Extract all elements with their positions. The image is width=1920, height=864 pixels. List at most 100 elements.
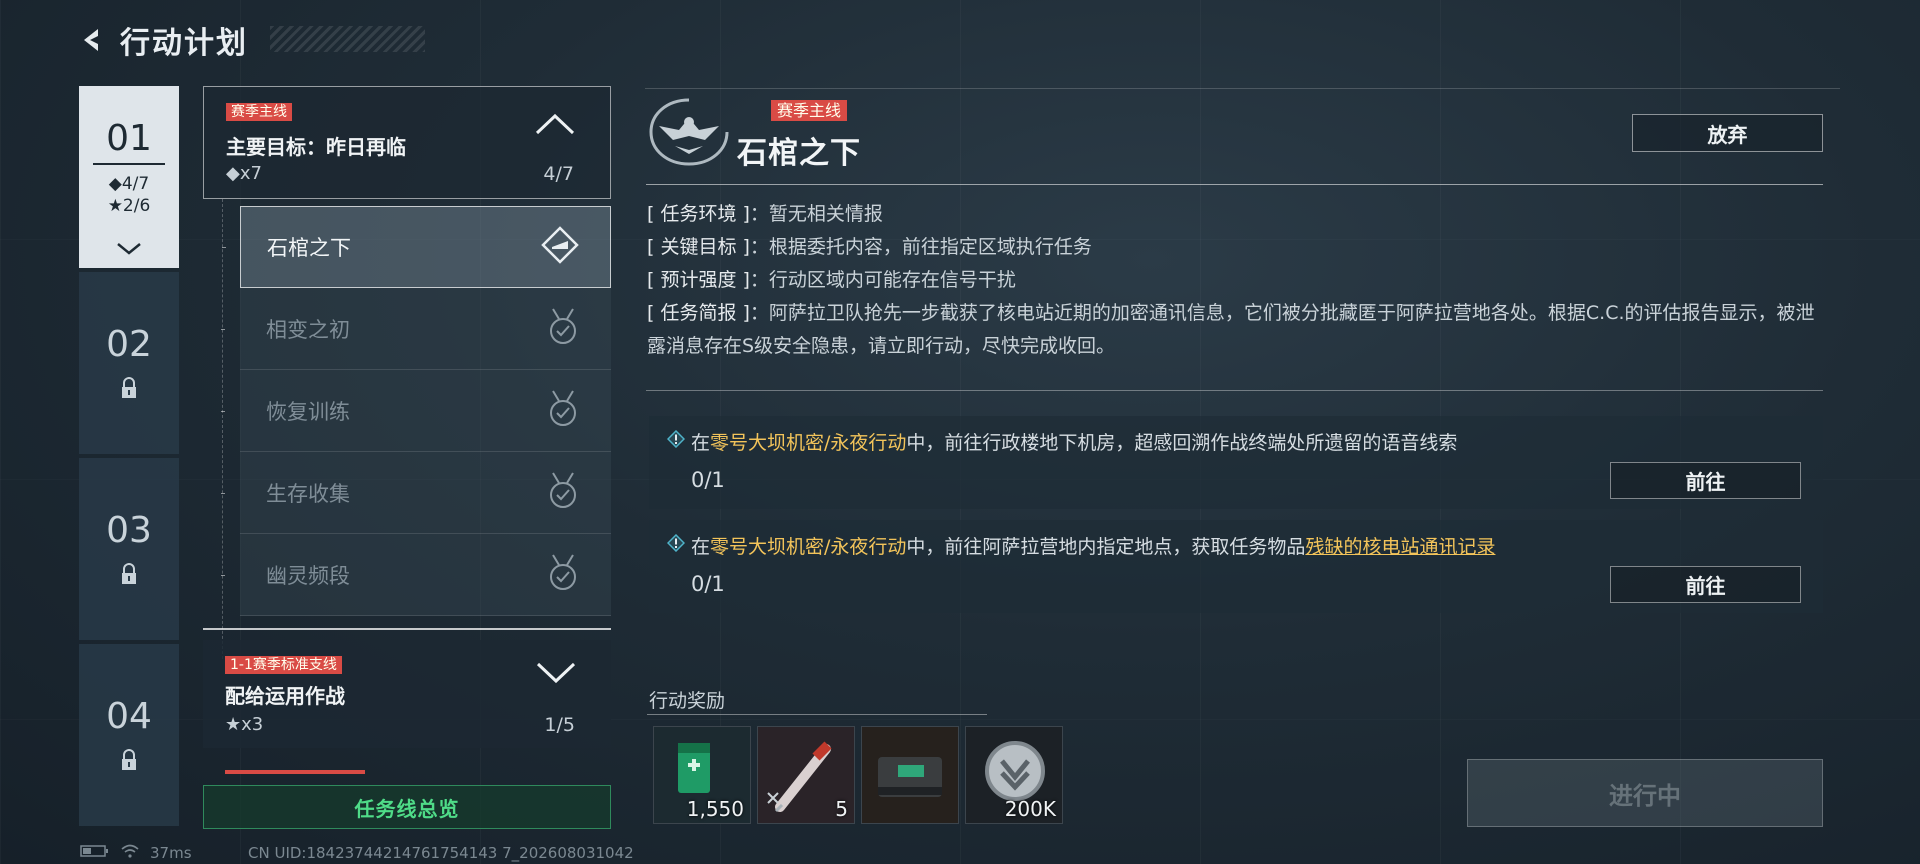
reward-list: 1,550 5 200K (653, 726, 1063, 824)
chapter-number: 03 (106, 509, 152, 551)
task-description: 在零号大坝机密/永夜行动中，前往阿萨拉营地内指定地点，获取任务物品残缺的核电站通… (691, 532, 1495, 559)
user-uid: CN UID:18423744214761754143 7_2026080310… (248, 844, 634, 862)
mission-tag: 赛季主线 (226, 103, 292, 121)
chapter-number: 01 (93, 118, 165, 165)
chapter-tab-03[interactable]: 03 (79, 458, 179, 640)
main-mission-card[interactable]: 赛季主线 主要目标：昨日再临 ◆x7 4/7 (203, 86, 611, 199)
info-row: [ 关键目标 ]：根据委托内容，前往指定区域执行任务 (647, 231, 1822, 264)
mission-title: 主要目标：昨日再临 (226, 135, 406, 159)
chapter-star-progress: ★2/6 (107, 195, 151, 216)
completed-medal-icon (545, 471, 581, 515)
chapter-tab-02[interactable]: 02 (79, 272, 179, 454)
sub-mission-item[interactable]: 恢复训练 (221, 370, 611, 452)
wifi-icon (120, 844, 140, 862)
chapter-tab-04[interactable]: 04 (79, 644, 179, 826)
status-bar: 37ms (80, 844, 192, 862)
abandon-button[interactable]: 放弃 (1632, 114, 1823, 152)
sub-mission-label: 幽灵频段 (266, 563, 350, 588)
info-key: [ 任务环境 ] (647, 203, 750, 225)
sub-mission-list: 石棺之下 相变之初 恢复训练 生存收集 幽灵频段 (221, 206, 611, 616)
eagle-emblem-icon (645, 96, 733, 168)
chapter-stats: ◆4/7 ★2/6 (108, 173, 151, 217)
mission-title: 配给运用作战 (225, 684, 345, 708)
completed-medal-icon (545, 389, 581, 433)
sub-mission-label: 生存收集 (266, 481, 350, 506)
info-row: [ 任务环境 ]：暂无相关情报 (647, 198, 1822, 231)
chapter-number: 02 (106, 323, 152, 365)
reward-quantity: 1,550 (686, 797, 744, 821)
task-prefix: 在 (691, 432, 711, 454)
in-progress-status-button: 进行中 (1467, 759, 1823, 827)
lock-icon (120, 376, 138, 403)
task-item-link[interactable]: 残缺的核电站通讯记录 (1305, 536, 1495, 558)
mission-list: 赛季主线 主要目标：昨日再临 ◆x7 4/7 石棺之下 相变之初 恢复训练 生存… (203, 86, 611, 774)
info-key: [ 预计强度 ] (647, 269, 750, 291)
chapter-diamond-progress: ◆4/7 (108, 173, 150, 194)
exclamation-diamond-icon (666, 533, 686, 556)
header-decoration (270, 26, 425, 52)
chapter-tab-01[interactable]: 01 ◆4/7 ★2/6 (79, 86, 179, 268)
next-mission-tag-peek (225, 770, 365, 774)
sub-mission-item[interactable]: 生存收集 (221, 452, 611, 534)
branch-mission-card[interactable]: 1-1赛季标准支线 配给运用作战 ★x3 1/5 (203, 640, 611, 748)
mission-overview-button[interactable]: 任务线总览 (203, 785, 611, 829)
reward-divider (647, 714, 987, 715)
completed-medal-icon (545, 307, 581, 351)
chevron-down-icon[interactable] (535, 660, 577, 690)
sub-mission-item[interactable]: 幽灵频段 (221, 534, 611, 616)
task-text: 中，前往阿萨拉营地内指定地点，获取任务物品 (906, 536, 1306, 558)
mission-tag: 1-1赛季标准支线 (225, 656, 342, 674)
go-button[interactable]: 前往 (1610, 462, 1801, 499)
reward-quantity: 200K (1004, 797, 1056, 821)
reward-item[interactable]: 1,550 (653, 726, 751, 824)
reward-label: 行动奖励 (649, 690, 726, 712)
info-value: ：行动区域内可能存在信号干扰 (749, 269, 1016, 291)
info-value: ：阿萨拉卫队抢先一步截获了核电站近期的加密通讯信息，它们被分批藏匿于阿萨拉营地各… (647, 302, 1815, 357)
panel-top-frame (645, 88, 1840, 89)
mission-reward-count: ★x3 (225, 714, 264, 735)
mission-reward-count: ◆x7 (226, 163, 262, 184)
task-progress: 0/1 (691, 572, 725, 596)
task-location: 零号大坝机密/永夜行动 (710, 432, 907, 454)
divider (646, 390, 1823, 391)
sub-mission-label: 石棺之下 (267, 236, 351, 260)
task-description: 在零号大坝机密/永夜行动中，前往行政楼地下机房，超感回溯作战终端处所遗留的语音线… (691, 428, 1457, 455)
task-progress: 0/1 (691, 468, 725, 492)
reward-item[interactable]: 5 (757, 726, 855, 824)
chevron-down-icon (116, 241, 142, 260)
reward-item[interactable] (861, 726, 959, 824)
divider (646, 184, 1823, 185)
info-key: [ 任务简报 ] (647, 302, 750, 324)
task-objective: 在零号大坝机密/永夜行动中，前往行政楼地下机房，超感回溯作战终端处所遗留的语音线… (649, 416, 1823, 509)
mission-tag: 赛季主线 (771, 100, 848, 121)
info-value: ：根据委托内容，前往指定区域执行任务 (749, 236, 1092, 258)
exclamation-diamond-icon (666, 429, 686, 452)
sub-mission-label: 恢复训练 (266, 399, 350, 424)
chapter-tabs: 01 ◆4/7 ★2/6 02 03 04 (79, 86, 179, 830)
completed-medal-icon (545, 553, 581, 597)
back-arrow-icon[interactable] (78, 25, 108, 55)
sub-mission-label: 相变之初 (266, 317, 350, 342)
info-key: [ 关键目标 ] (647, 236, 750, 258)
task-location: 零号大坝机密/永夜行动 (710, 536, 907, 558)
chapter-number: 04 (106, 695, 152, 737)
task-objective: 在零号大坝机密/永夜行动中，前往阿萨拉营地内指定地点，获取任务物品残缺的核电站通… (649, 520, 1823, 613)
reward-item[interactable]: 200K (965, 726, 1063, 824)
lock-icon (120, 562, 138, 589)
sub-mission-item[interactable]: 相变之初 (221, 288, 611, 370)
info-row: [ 预计强度 ]：行动区域内可能存在信号干扰 (647, 264, 1822, 297)
ping-value: 37ms (150, 844, 192, 862)
mission-detail-title: 石棺之下 (737, 136, 861, 171)
chevron-up-icon[interactable] (534, 111, 576, 141)
info-row: [ 任务简报 ]：阿萨拉卫队抢先一步截获了核电站近期的加密通讯信息，它们被分批藏… (647, 297, 1822, 363)
sub-mission-item[interactable]: 石棺之下 (222, 206, 611, 288)
list-divider (203, 628, 611, 630)
mission-info: [ 任务环境 ]：暂无相关情报 [ 关键目标 ]：根据委托内容，前往指定区域执行… (647, 198, 1822, 363)
page-title: 行动计划 (120, 26, 248, 61)
mission-progress: 1/5 (544, 714, 575, 736)
lock-icon (120, 748, 138, 775)
reward-quantity: 5 (835, 797, 848, 821)
go-button[interactable]: 前往 (1610, 566, 1801, 603)
page-header: 行动计划 (78, 18, 248, 62)
in-progress-diamond-icon (540, 225, 580, 269)
